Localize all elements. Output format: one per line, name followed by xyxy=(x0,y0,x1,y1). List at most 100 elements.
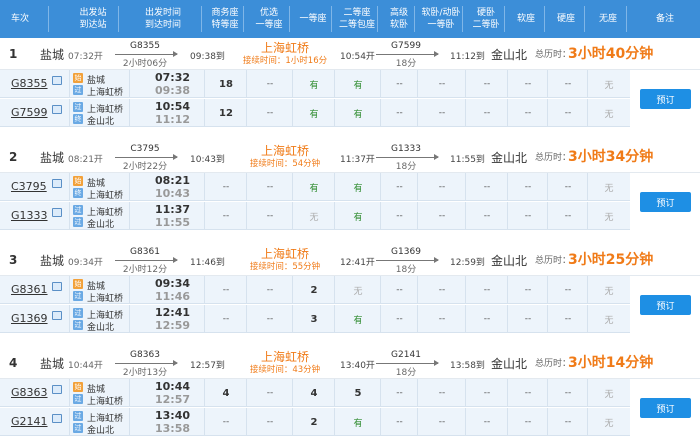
arrival-station: 金山北 xyxy=(87,117,115,127)
header-col-line1: 软卧/动卧 xyxy=(421,8,461,18)
seat-availability: -- xyxy=(438,79,446,89)
train-info-icon[interactable] xyxy=(52,311,62,320)
departure-time: 07:32 xyxy=(154,71,190,84)
seat-availability: 有 xyxy=(353,315,363,326)
transfer-option: 4 盐城 10:44开 G8363 2小时13分 12:57到 上海虹桥 接续时间：43分钟 1… xyxy=(0,347,700,446)
seat-availability: 12 xyxy=(219,107,233,119)
seat-availability: -- xyxy=(266,417,274,427)
transfer-station-block: 上海虹桥 接续时间：1小时16分 xyxy=(230,41,340,67)
book-button[interactable]: 预订 xyxy=(640,295,691,315)
seat-availability: -- xyxy=(222,417,230,427)
seat-availability: -- xyxy=(266,79,274,89)
header-divider xyxy=(462,6,463,32)
header-divider xyxy=(504,6,505,32)
cell-divider xyxy=(69,99,70,127)
header-col: 车次 xyxy=(0,0,40,38)
train-number-link[interactable]: G7599 xyxy=(11,106,48,119)
header-col: 无座 xyxy=(588,0,628,38)
arrival-station: 金山北 xyxy=(87,220,115,230)
train-leg-row: G1333 过过上海虹桥 金山北 11:37 11:55 -- -- 无有 -- -- -- -- --… xyxy=(0,202,630,230)
seat-availability: 无 xyxy=(604,418,614,429)
second-leg-arrive-time: 12:59到 xyxy=(450,258,485,268)
seat-availability: -- xyxy=(524,314,532,324)
train-info-icon[interactable] xyxy=(52,105,62,114)
header-divider xyxy=(626,6,627,32)
origin-station: 盐城 xyxy=(40,357,65,371)
option-index: 3 xyxy=(9,253,18,267)
header-divider xyxy=(331,6,332,32)
total-duration-value: 3小时34分钟 xyxy=(568,149,654,165)
seat-availability: -- xyxy=(483,285,491,295)
arrival-station-badge-icon: 终 xyxy=(73,188,83,198)
seat-availability: -- xyxy=(564,182,572,192)
train-info-icon[interactable] xyxy=(52,385,62,394)
transfer-station-name: 上海虹桥 xyxy=(260,41,309,55)
second-leg-duration: 18分 xyxy=(395,59,417,69)
first-leg-duration: 2小时13分 xyxy=(122,368,168,378)
transfer-wait-time: 接续时间：55分钟 xyxy=(249,262,321,272)
header-col-line2: 二等卧 xyxy=(472,20,500,30)
train-info-icon[interactable] xyxy=(52,208,62,217)
second-leg-arrive-time: 11:12到 xyxy=(450,52,485,62)
train-info-icon[interactable] xyxy=(52,282,62,291)
book-button[interactable]: 预订 xyxy=(640,398,691,418)
origin-depart-time: 09:34开 xyxy=(68,258,103,268)
train-number-link[interactable]: G8361 xyxy=(11,283,48,296)
cell-divider xyxy=(129,99,130,127)
seat-availability: -- xyxy=(438,314,446,324)
train-number-link[interactable]: G1333 xyxy=(11,209,48,222)
seat-availability: -- xyxy=(564,417,572,427)
seat-availability: -- xyxy=(524,285,532,295)
seat-availability: -- xyxy=(438,285,446,295)
transfer-summary: 2 盐城 08:21开 C3795 2小时22分 10:43到 上海虹桥 接续时间：54分钟 1… xyxy=(0,141,700,173)
origin-station: 盐城 xyxy=(40,254,65,268)
train-info-icon[interactable] xyxy=(52,76,62,85)
destination-station: 金山北 xyxy=(491,254,528,268)
cell-divider xyxy=(69,408,70,436)
second-leg-depart-time: 13:40开 xyxy=(340,361,375,371)
train-number-link[interactable]: G8355 xyxy=(11,77,48,90)
train-info-icon[interactable] xyxy=(52,414,62,423)
seat-availability: -- xyxy=(396,417,403,427)
departure-time: 13:40 xyxy=(154,409,190,422)
train-info-icon[interactable] xyxy=(52,179,62,188)
cell-divider xyxy=(129,70,130,98)
second-leg-depart-time: 12:41开 xyxy=(340,258,375,268)
book-button[interactable]: 预订 xyxy=(640,89,691,109)
seat-availability: -- xyxy=(564,285,572,295)
seat-availability: -- xyxy=(266,388,274,398)
total-duration-label: 总历时： xyxy=(535,359,572,369)
seat-availability: 有 xyxy=(353,183,363,194)
train-number-link[interactable]: G2141 xyxy=(11,415,48,428)
second-leg-duration: 18分 xyxy=(395,162,417,172)
header-col-line1: 硬卧 xyxy=(476,8,495,18)
arrival-station: 金山北 xyxy=(87,323,115,333)
train-number-link[interactable]: G8363 xyxy=(11,386,48,399)
train-number-link[interactable]: G1369 xyxy=(11,312,48,325)
table-header: 车次 出发站 到达站 出发时间 到达时间 商务座 特等座 优选 一等座 一等座 二等座 二等包座 高级软… xyxy=(0,0,700,38)
seat-availability: 无 xyxy=(604,80,614,91)
destination-station: 金山北 xyxy=(491,48,528,62)
seat-availability: -- xyxy=(524,182,532,192)
first-leg-duration: 2小时06分 xyxy=(122,59,168,69)
second-leg-arrow xyxy=(376,154,439,160)
train-leg-row: G7599 过终上海虹桥 金山北 10:54 11:12 12 -- 有有 -- -- -- -- --… xyxy=(0,99,630,127)
seat-availability: -- xyxy=(564,388,572,398)
first-leg-arrow xyxy=(115,51,178,57)
departure-time: 09:34 xyxy=(154,277,190,290)
header-col-line2: 二等包座 xyxy=(338,20,375,30)
arrival-station-badge-icon: 过 xyxy=(73,423,83,433)
book-button[interactable]: 预订 xyxy=(640,192,691,212)
seat-availability: 有 xyxy=(309,80,319,91)
train-number-link[interactable]: C3795 xyxy=(11,180,47,193)
destination-station: 金山北 xyxy=(491,151,528,165)
second-train-number: G7599 xyxy=(391,41,421,51)
arrival-time: 13:58 xyxy=(154,422,190,435)
seat-availability: 无 xyxy=(353,286,363,297)
transfer-option: 3 盐城 09:34开 G8361 2小时12分 11:46到 上海虹桥 接续时间：55分钟 1… xyxy=(0,244,700,346)
seat-availability: 有 xyxy=(309,109,319,120)
total-duration-label: 总历时： xyxy=(535,256,572,266)
seat-availability: -- xyxy=(266,182,274,192)
departure-time: 10:44 xyxy=(154,380,190,393)
origin-depart-time: 07:32开 xyxy=(68,52,103,62)
